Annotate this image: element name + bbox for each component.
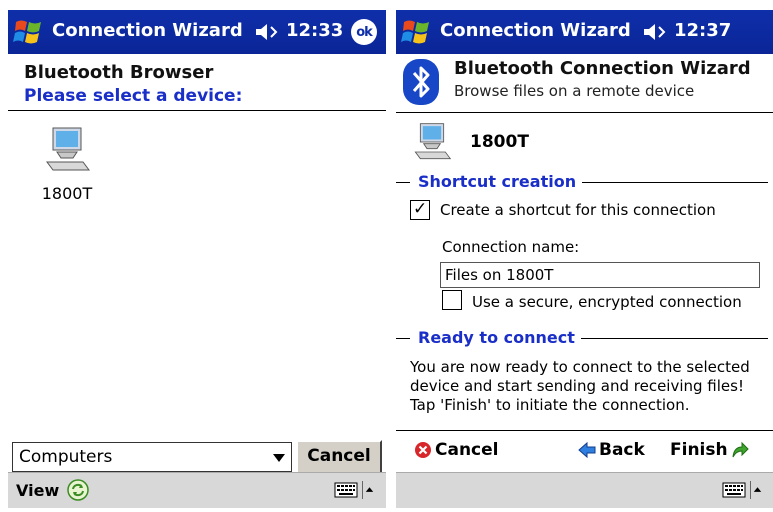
menu-bar — [396, 472, 773, 508]
group-line — [396, 338, 410, 339]
bluetooth-icon — [403, 59, 439, 105]
title-bar: Connection Wizard 12:33 ok — [8, 10, 386, 54]
back-button[interactable]: Back — [578, 440, 645, 460]
refresh-icon[interactable] — [66, 478, 90, 502]
keyboard-icon[interactable] — [334, 481, 358, 499]
input-panel-arrow-icon[interactable] — [750, 481, 764, 499]
clock[interactable]: 12:33 — [286, 20, 343, 41]
connection-name-label: Connection name: — [442, 238, 580, 256]
connection-name-input[interactable]: Files on 1800T — [440, 262, 760, 288]
page-subtitle: Please select a device: — [24, 86, 243, 106]
device-type-value: Computers — [19, 447, 113, 467]
device-item[interactable]: 1800T — [36, 126, 98, 203]
group-line — [396, 182, 410, 183]
secure-connection-checkbox[interactable] — [442, 290, 462, 310]
divider — [8, 110, 386, 111]
group-line — [566, 182, 768, 183]
wizard-subtitle: Browse files on a remote device — [454, 82, 695, 100]
finish-button[interactable]: Finish — [670, 440, 749, 460]
ready-group-title: Ready to connect — [412, 328, 581, 347]
cancel-label: Cancel — [435, 440, 499, 460]
device-name: 1800T — [470, 132, 529, 152]
back-label: Back — [599, 440, 645, 460]
menu-bar: View — [8, 472, 386, 508]
create-shortcut-label[interactable]: Create a shortcut for this connection — [440, 201, 716, 219]
wizard-title: Bluetooth Connection Wizard — [454, 58, 751, 79]
finish-arrow-icon — [732, 441, 749, 458]
cancel-button[interactable]: Cancel — [414, 440, 498, 460]
bluetooth-browser-screen: Connection Wizard 12:33 ok Bluetooth Bro… — [8, 10, 386, 508]
start-menu-icon[interactable] — [13, 16, 45, 48]
check-icon: ✓ — [413, 199, 428, 219]
finish-label: Finish — [670, 440, 728, 460]
computer-icon — [414, 123, 452, 160]
divider — [396, 430, 773, 431]
shortcut-group-header: Shortcut creation — [396, 172, 768, 192]
create-shortcut-checkbox[interactable]: ✓ — [410, 199, 430, 220]
title-bar: Connection Wizard 12:37 — [396, 10, 773, 54]
cancel-icon — [415, 442, 431, 458]
divider — [396, 112, 773, 113]
device-type-select[interactable]: Computers — [12, 442, 292, 472]
cancel-button[interactable]: Cancel — [296, 440, 382, 474]
clock[interactable]: 12:37 — [674, 20, 731, 41]
back-arrow-icon — [578, 441, 596, 459]
input-panel-arrow-icon[interactable] — [362, 481, 376, 499]
group-line — [574, 338, 768, 339]
keyboard-icon[interactable] — [722, 481, 746, 499]
page-title: Bluetooth Browser — [24, 62, 214, 83]
volume-icon[interactable] — [642, 21, 670, 43]
ready-description: You are now ready to connect to the sele… — [410, 358, 750, 414]
ready-group-header: Ready to connect — [396, 328, 768, 348]
secure-connection-label[interactable]: Use a secure, encrypted connection — [472, 293, 742, 311]
shortcut-group-title: Shortcut creation — [412, 172, 583, 191]
computer-icon — [46, 127, 90, 171]
volume-icon[interactable] — [254, 21, 282, 43]
connection-wizard-screen: Connection Wizard 12:37 Bluetooth Connec… — [396, 10, 773, 508]
dropdown-arrow-icon[interactable] — [273, 454, 285, 462]
app-title: Connection Wizard — [440, 20, 631, 41]
ok-button[interactable]: ok — [351, 19, 377, 45]
start-menu-icon[interactable] — [401, 16, 433, 48]
device-label: 1800T — [41, 184, 93, 203]
view-menu[interactable]: View — [16, 481, 59, 500]
app-title: Connection Wizard — [52, 20, 243, 41]
